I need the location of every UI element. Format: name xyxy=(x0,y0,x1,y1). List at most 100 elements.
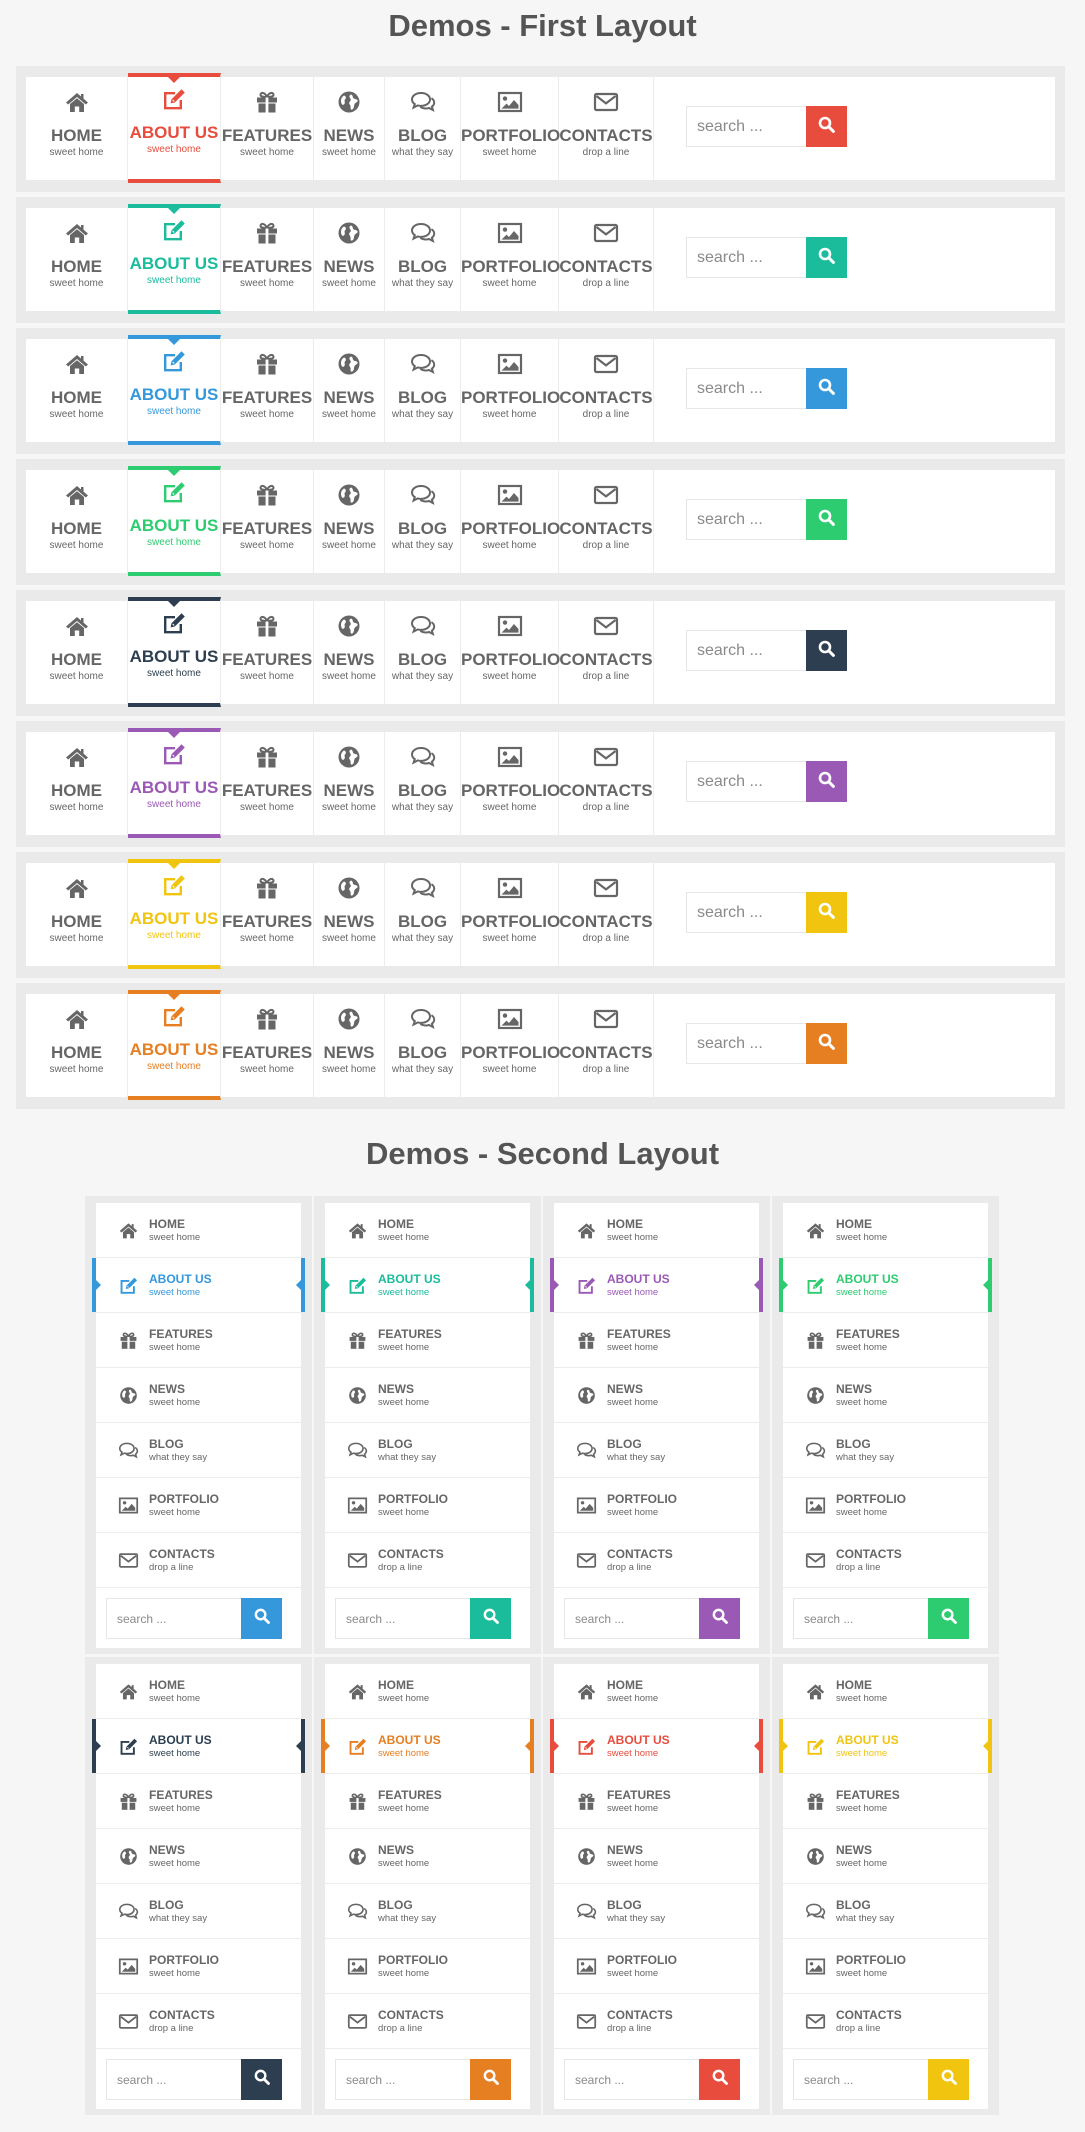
nav-item-features[interactable]: FEATURES sweet home xyxy=(325,1313,530,1368)
nav-item-home[interactable]: HOME sweet home xyxy=(26,601,128,704)
nav-item-blog[interactable]: BLOG what they say xyxy=(385,208,461,311)
nav-item-contacts[interactable]: CONTACTS drop a line xyxy=(783,1533,988,1588)
search-input[interactable] xyxy=(565,2060,699,2099)
nav-item-blog[interactable]: BLOG what they say xyxy=(96,1884,301,1939)
search-input[interactable] xyxy=(336,2060,470,2099)
nav-item-about-us[interactable]: ABOUT US sweet home xyxy=(128,73,221,183)
nav-item-news[interactable]: NEWS sweet home xyxy=(325,1368,530,1423)
nav-item-portfolio[interactable]: PORTFOLIO sweet home xyxy=(554,1939,759,1994)
nav-item-about-us[interactable]: ABOUT US sweet home xyxy=(128,466,221,576)
nav-item-features[interactable]: FEATURES sweet home xyxy=(221,339,314,442)
search-button[interactable] xyxy=(699,1598,740,1639)
nav-item-about-us[interactable]: ABOUT US sweet home xyxy=(779,1258,992,1313)
nav-item-portfolio[interactable]: PORTFOLIO sweet home xyxy=(96,1939,301,1994)
search-button[interactable] xyxy=(806,630,847,671)
nav-item-portfolio[interactable]: PORTFOLIO sweet home xyxy=(96,1478,301,1533)
search-button[interactable] xyxy=(806,237,847,278)
search-input[interactable] xyxy=(565,1599,699,1638)
nav-item-features[interactable]: FEATURES sweet home xyxy=(221,732,314,835)
nav-item-home[interactable]: HOME sweet home xyxy=(26,994,128,1097)
nav-item-news[interactable]: NEWS sweet home xyxy=(314,208,385,311)
nav-item-about-us[interactable]: ABOUT US sweet home xyxy=(128,728,221,838)
nav-item-about-us[interactable]: ABOUT US sweet home xyxy=(92,1719,305,1774)
nav-item-home[interactable]: HOME sweet home xyxy=(26,732,128,835)
nav-item-contacts[interactable]: CONTACTS drop a line xyxy=(559,339,654,442)
search-input[interactable] xyxy=(687,762,809,801)
nav-item-blog[interactable]: BLOG what they say xyxy=(783,1423,988,1478)
nav-item-blog[interactable]: BLOG what they say xyxy=(385,863,461,966)
nav-item-about-us[interactable]: ABOUT US sweet home xyxy=(92,1258,305,1313)
nav-item-news[interactable]: NEWS sweet home xyxy=(554,1829,759,1884)
nav-item-news[interactable]: NEWS sweet home xyxy=(554,1368,759,1423)
nav-item-news[interactable]: NEWS sweet home xyxy=(314,601,385,704)
nav-item-features[interactable]: FEATURES sweet home xyxy=(221,601,314,704)
nav-item-portfolio[interactable]: PORTFOLIO sweet home xyxy=(461,208,560,311)
search-button[interactable] xyxy=(470,1598,511,1639)
nav-item-features[interactable]: FEATURES sweet home xyxy=(96,1774,301,1829)
nav-item-contacts[interactable]: CONTACTS drop a line xyxy=(559,732,654,835)
nav-item-contacts[interactable]: CONTACTS drop a line xyxy=(325,1533,530,1588)
nav-item-blog[interactable]: BLOG what they say xyxy=(325,1884,530,1939)
nav-item-portfolio[interactable]: PORTFOLIO sweet home xyxy=(783,1478,988,1533)
nav-item-portfolio[interactable]: PORTFOLIO sweet home xyxy=(461,339,560,442)
search-button[interactable] xyxy=(806,106,847,147)
nav-item-home[interactable]: HOME sweet home xyxy=(26,77,128,180)
nav-item-contacts[interactable]: CONTACTS drop a line xyxy=(554,1533,759,1588)
nav-item-blog[interactable]: BLOG what they say xyxy=(385,732,461,835)
nav-item-home[interactable]: HOME sweet home xyxy=(26,470,128,573)
nav-item-home[interactable]: HOME sweet home xyxy=(96,1203,301,1258)
nav-item-blog[interactable]: BLOG what they say xyxy=(96,1423,301,1478)
nav-item-about-us[interactable]: ABOUT US sweet home xyxy=(128,335,221,445)
search-button[interactable] xyxy=(241,1598,282,1639)
nav-item-portfolio[interactable]: PORTFOLIO sweet home xyxy=(461,601,560,704)
nav-item-news[interactable]: NEWS sweet home xyxy=(783,1368,988,1423)
nav-item-contacts[interactable]: CONTACTS drop a line xyxy=(96,1533,301,1588)
search-button[interactable] xyxy=(928,1598,969,1639)
nav-item-home[interactable]: HOME sweet home xyxy=(554,1664,759,1719)
search-button[interactable] xyxy=(806,499,847,540)
nav-item-news[interactable]: NEWS sweet home xyxy=(314,863,385,966)
nav-item-home[interactable]: HOME sweet home xyxy=(26,339,128,442)
nav-item-about-us[interactable]: ABOUT US sweet home xyxy=(128,597,221,707)
nav-item-portfolio[interactable]: PORTFOLIO sweet home xyxy=(783,1939,988,1994)
nav-item-contacts[interactable]: CONTACTS drop a line xyxy=(559,77,654,180)
nav-item-contacts[interactable]: CONTACTS drop a line xyxy=(559,470,654,573)
nav-item-news[interactable]: NEWS sweet home xyxy=(783,1829,988,1884)
nav-item-features[interactable]: FEATURES sweet home xyxy=(221,77,314,180)
search-button[interactable] xyxy=(806,368,847,409)
nav-item-features[interactable]: FEATURES sweet home xyxy=(325,1774,530,1829)
nav-item-about-us[interactable]: ABOUT US sweet home xyxy=(128,859,221,969)
search-input[interactable] xyxy=(687,369,809,408)
nav-item-contacts[interactable]: CONTACTS drop a line xyxy=(783,1994,988,2049)
nav-item-about-us[interactable]: ABOUT US sweet home xyxy=(779,1719,992,1774)
nav-item-home[interactable]: HOME sweet home xyxy=(26,208,128,311)
nav-item-portfolio[interactable]: PORTFOLIO sweet home xyxy=(461,732,560,835)
nav-item-portfolio[interactable]: PORTFOLIO sweet home xyxy=(325,1478,530,1533)
search-button[interactable] xyxy=(241,2059,282,2100)
nav-item-blog[interactable]: BLOG what they say xyxy=(554,1423,759,1478)
nav-item-features[interactable]: FEATURES sweet home xyxy=(221,470,314,573)
nav-item-blog[interactable]: BLOG what they say xyxy=(385,77,461,180)
search-input[interactable] xyxy=(107,2060,241,2099)
search-input[interactable] xyxy=(687,500,809,539)
nav-item-news[interactable]: NEWS sweet home xyxy=(314,77,385,180)
nav-item-about-us[interactable]: ABOUT US sweet home xyxy=(321,1258,534,1313)
nav-item-features[interactable]: FEATURES sweet home xyxy=(221,994,314,1097)
search-input[interactable] xyxy=(687,238,809,277)
nav-item-about-us[interactable]: ABOUT US sweet home xyxy=(550,1258,763,1313)
nav-item-about-us[interactable]: ABOUT US sweet home xyxy=(550,1719,763,1774)
nav-item-features[interactable]: FEATURES sweet home xyxy=(221,208,314,311)
search-input[interactable] xyxy=(794,1599,928,1638)
search-input[interactable] xyxy=(794,2060,928,2099)
nav-item-home[interactable]: HOME sweet home xyxy=(325,1664,530,1719)
search-input[interactable] xyxy=(687,631,809,670)
nav-item-portfolio[interactable]: PORTFOLIO sweet home xyxy=(325,1939,530,1994)
search-input[interactable] xyxy=(687,107,809,146)
nav-item-about-us[interactable]: ABOUT US sweet home xyxy=(321,1719,534,1774)
search-input[interactable] xyxy=(336,1599,470,1638)
nav-item-portfolio[interactable]: PORTFOLIO sweet home xyxy=(461,77,560,180)
nav-item-news[interactable]: NEWS sweet home xyxy=(96,1368,301,1423)
nav-item-portfolio[interactable]: PORTFOLIO sweet home xyxy=(461,470,560,573)
nav-item-portfolio[interactable]: PORTFOLIO sweet home xyxy=(554,1478,759,1533)
nav-item-blog[interactable]: BLOG what they say xyxy=(325,1423,530,1478)
